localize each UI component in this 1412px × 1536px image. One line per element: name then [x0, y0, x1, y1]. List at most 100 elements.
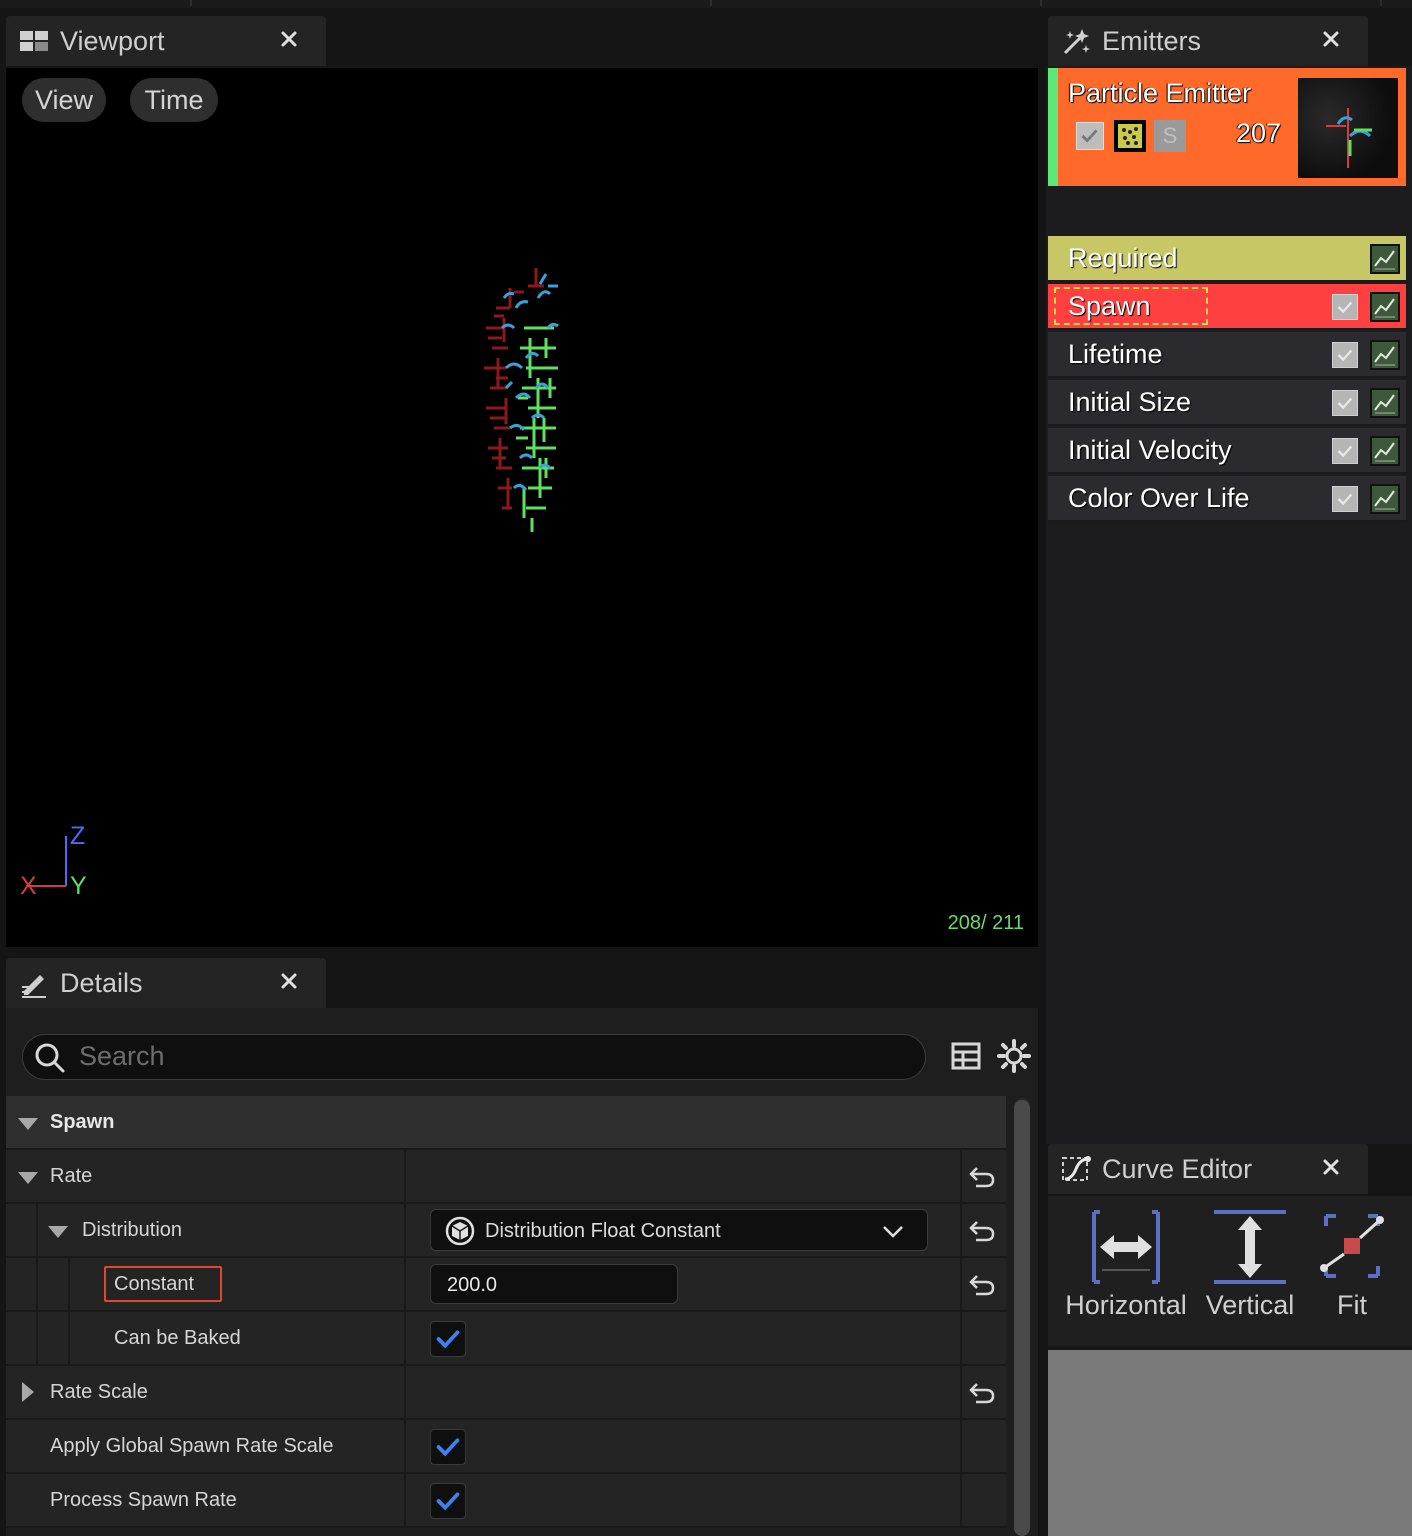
- check-icon: [1337, 493, 1353, 506]
- fit-button[interactable]: Fit: [1310, 1208, 1394, 1321]
- column-splitter[interactable]: [404, 1366, 406, 1420]
- time-menu-button[interactable]: Time: [130, 78, 218, 122]
- module-enable-checkbox[interactable]: [1332, 390, 1358, 416]
- close-icon[interactable]: [1318, 1154, 1344, 1180]
- column-splitter[interactable]: [404, 1258, 406, 1312]
- module-enable-checkbox[interactable]: [1332, 294, 1358, 320]
- reset-to-default-icon[interactable]: [968, 1164, 996, 1190]
- collapse-arrow-icon[interactable]: [18, 1172, 38, 1184]
- tab-title: Details: [60, 967, 143, 998]
- curve-toggle-icon[interactable]: [1370, 484, 1400, 514]
- dropdown-value: Distribution Float Constant: [485, 1220, 721, 1242]
- curve-toggle-icon[interactable]: [1370, 292, 1400, 322]
- fit-vertical-label: Vertical: [1205, 1290, 1295, 1320]
- fit-horizontal-icon: [1092, 1210, 1160, 1284]
- property-label: Process Spawn Rate: [50, 1489, 237, 1511]
- module-enable-checkbox[interactable]: [1332, 342, 1358, 368]
- property-distribution[interactable]: Distribution Distribution Float Constant: [6, 1204, 1006, 1258]
- input-value: 200.0: [447, 1274, 498, 1296]
- reset-to-default-icon[interactable]: [968, 1272, 996, 1298]
- tab-title: Viewport: [60, 25, 165, 56]
- close-icon[interactable]: [276, 26, 302, 52]
- property-process-spawn-rate[interactable]: Process Spawn Rate: [6, 1474, 1006, 1528]
- column-splitter[interactable]: [404, 1312, 406, 1366]
- property-constant[interactable]: Constant 200.0: [6, 1258, 1006, 1312]
- curve-toggle-icon[interactable]: [1370, 244, 1400, 274]
- process-spawn-rate-checkbox[interactable]: [430, 1483, 466, 1519]
- curve-graph-icon: [1374, 490, 1395, 510]
- indent-guide: [68, 1312, 70, 1366]
- particle-count-readout: 208/ 211: [947, 912, 1024, 934]
- check-icon: [436, 1330, 460, 1349]
- curve-editor-toolbar: Horizontal Vertical Fit: [1048, 1196, 1412, 1346]
- property-rate[interactable]: Rate: [6, 1150, 1006, 1204]
- check-icon: [1337, 445, 1353, 458]
- render-mode-icon: [1118, 124, 1142, 148]
- curve-toggle-icon[interactable]: [1370, 436, 1400, 466]
- tab-curve-editor[interactable]: Curve Editor: [1048, 1144, 1368, 1194]
- collapse-arrow-icon[interactable]: [48, 1226, 68, 1238]
- property-apply-global-spawn-rate-scale[interactable]: Apply Global Spawn Rate Scale: [6, 1420, 1006, 1474]
- emitter-card[interactable]: Particle Emitter S 207: [1048, 68, 1406, 186]
- check-icon: [1337, 397, 1353, 410]
- column-splitter[interactable]: [404, 1420, 406, 1474]
- check-icon: [436, 1492, 460, 1511]
- property-rate-scale[interactable]: Rate Scale: [6, 1366, 1006, 1420]
- view-menu-button[interactable]: View: [22, 78, 106, 122]
- module-required[interactable]: Required: [1048, 236, 1406, 282]
- tab-title: Curve Editor: [1102, 1153, 1253, 1184]
- reset-to-default-icon[interactable]: [968, 1380, 996, 1406]
- collapse-arrow-icon[interactable]: [18, 1118, 38, 1130]
- check-icon: [1081, 129, 1098, 143]
- module-label: Lifetime: [1068, 339, 1163, 369]
- expand-arrow-icon[interactable]: [22, 1382, 34, 1402]
- close-icon[interactable]: [1318, 26, 1344, 52]
- curve-editor-graph-area[interactable]: [1048, 1350, 1412, 1536]
- module-initial-size[interactable]: Initial Size: [1048, 380, 1406, 426]
- constant-value-input[interactable]: 200.0: [430, 1264, 678, 1304]
- reset-column-divider: [960, 1366, 962, 1420]
- can-be-baked-checkbox[interactable]: [430, 1321, 466, 1357]
- reset-column-divider: [960, 1420, 962, 1474]
- axis-z-label: Z: [70, 822, 86, 850]
- render-mode-button[interactable]: [1114, 120, 1146, 152]
- gear-icon[interactable]: [996, 1038, 1032, 1074]
- module-color-over-life[interactable]: Color Over Life: [1048, 476, 1406, 522]
- column-splitter[interactable]: [404, 1204, 406, 1258]
- category-label: Spawn: [50, 1111, 115, 1133]
- category-spawn[interactable]: Spawn: [6, 1096, 1006, 1150]
- fit-horizontal-button[interactable]: Horizontal: [1062, 1208, 1190, 1321]
- sparkle-icon: [1063, 29, 1090, 55]
- details-search-input[interactable]: Search: [22, 1034, 926, 1080]
- column-splitter[interactable]: [404, 1150, 406, 1204]
- details-scrollbar-thumb[interactable]: [1014, 1100, 1030, 1536]
- close-icon[interactable]: [276, 968, 302, 994]
- solo-button[interactable]: S: [1154, 120, 1186, 152]
- property-can-be-baked[interactable]: Can be Baked: [6, 1312, 1006, 1366]
- particle-viewport[interactable]: View Time Z X Y 208/ 211: [6, 68, 1038, 947]
- module-initial-velocity[interactable]: Initial Velocity: [1048, 428, 1406, 474]
- apply-global-spawn-rate-scale-checkbox[interactable]: [430, 1429, 466, 1465]
- top-tab-strip: [0, 0, 1412, 8]
- table-view-icon[interactable]: [950, 1040, 982, 1072]
- distribution-type-dropdown[interactable]: Distribution Float Constant: [430, 1209, 928, 1251]
- module-enable-checkbox[interactable]: [1332, 438, 1358, 464]
- module-lifetime[interactable]: Lifetime: [1048, 332, 1406, 378]
- fit-vertical-button[interactable]: Vertical: [1198, 1208, 1302, 1321]
- curve-toggle-icon[interactable]: [1370, 340, 1400, 370]
- indent-guide: [36, 1204, 38, 1258]
- module-enable-checkbox[interactable]: [1332, 486, 1358, 512]
- tab-emitters[interactable]: Emitters: [1048, 16, 1368, 66]
- fit-vertical-icon: [1214, 1210, 1286, 1284]
- fit-label: Fit: [1337, 1290, 1367, 1320]
- curve-toggle-icon[interactable]: [1370, 388, 1400, 418]
- check-icon: [1337, 301, 1353, 314]
- emitter-enable-checkbox[interactable]: [1076, 122, 1104, 150]
- module-spawn[interactable]: Spawn: [1048, 284, 1406, 330]
- reset-to-default-icon[interactable]: [968, 1218, 996, 1244]
- tab-details[interactable]: Details: [6, 958, 326, 1008]
- column-splitter[interactable]: [404, 1474, 406, 1528]
- fit-all-icon: [1320, 1214, 1384, 1278]
- emitter-thumbnail[interactable]: [1298, 78, 1398, 178]
- tab-viewport[interactable]: Viewport: [6, 16, 326, 66]
